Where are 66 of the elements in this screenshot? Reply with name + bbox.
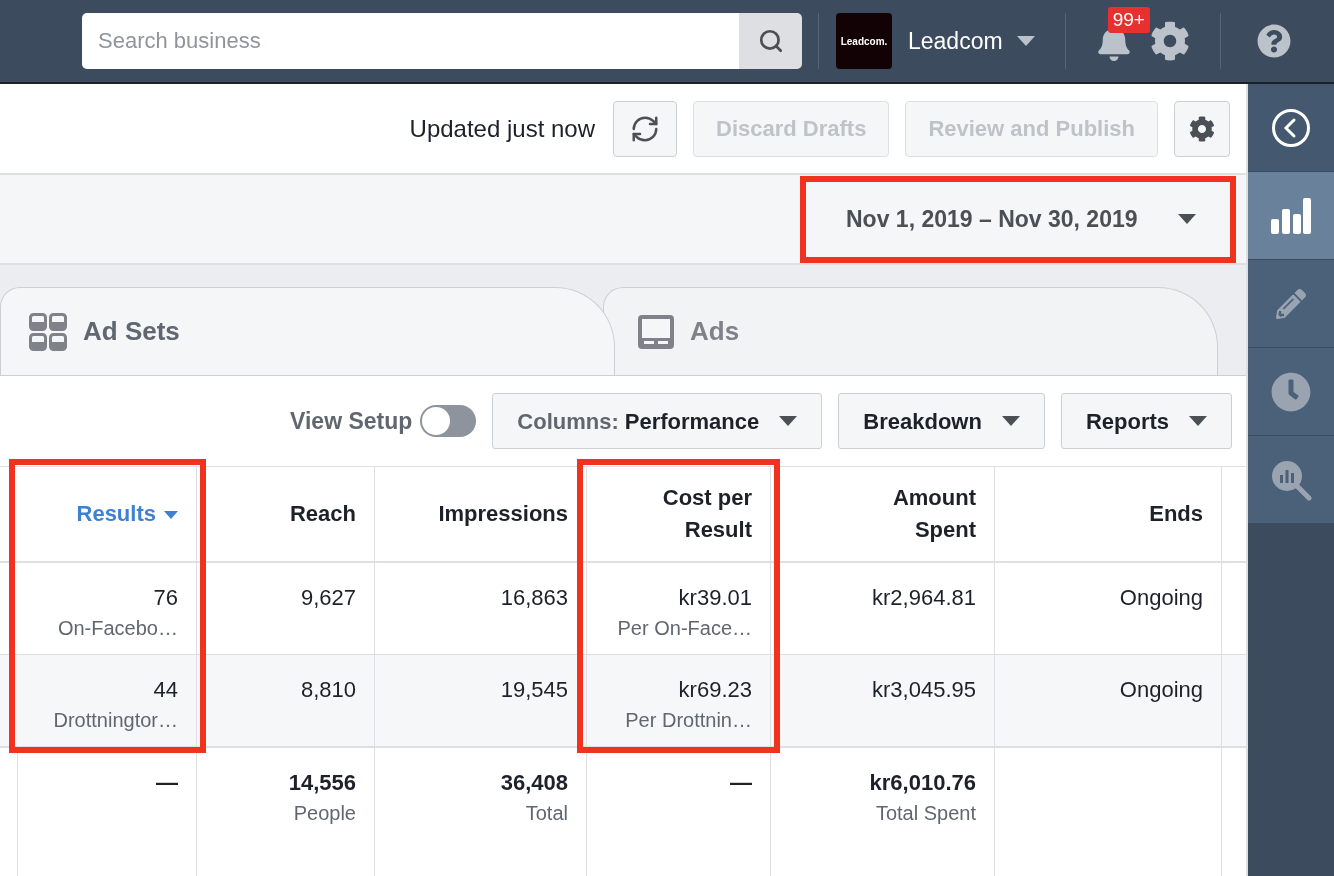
table-cell-text: kr6,010.76 <box>869 769 976 797</box>
tab[interactable]: Ad Sets <box>0 287 615 375</box>
sidebar-item[interactable] <box>1248 172 1334 260</box>
table-cell-text: 16,863 <box>500 584 568 612</box>
update-status: Updated just now <box>409 113 595 144</box>
settings-icon <box>1189 115 1215 142</box>
column-header[interactable]: Results <box>76 498 178 530</box>
cell-caption: Total Spent <box>875 801 976 826</box>
table-cell-text: 9,627 <box>300 584 356 612</box>
pencil-icon <box>1276 288 1306 319</box>
table-cell-text: kr69.23 <box>678 676 752 704</box>
account-switcher[interactable]: Leadcom <box>908 23 1035 59</box>
account-logo[interactable]: Leadcom. <box>836 13 892 69</box>
help-icon[interactable] <box>1256 24 1291 58</box>
notification-badge: 99+ <box>1107 7 1150 33</box>
caret-icon <box>1178 214 1196 224</box>
cell-caption: On-Facebo… <box>57 616 178 641</box>
search-button[interactable] <box>739 13 802 69</box>
table-row[interactable]: 44 Drottningtor… 8,810 19,545 kr69.23 Per Drottnin… kr3,045.95 Ongoing <box>0 655 1246 747</box>
search-icon <box>757 28 784 54</box>
bar-chart-icon <box>1270 196 1312 235</box>
column-header[interactable]: Cost per Result <box>602 482 752 546</box>
logo-text: Leadcom. <box>840 34 888 49</box>
grid-icon <box>29 312 67 351</box>
table-cell-text: 14,556 <box>288 769 356 797</box>
columns-dropdown[interactable]: Columns: Performance <box>492 393 823 449</box>
table-cell-text: — <box>730 769 752 797</box>
clock-icon <box>1271 371 1311 412</box>
back-icon <box>1271 107 1311 148</box>
caret-icon <box>1016 36 1035 46</box>
column-header[interactable]: Amount Spent <box>826 482 976 546</box>
column-header[interactable]: Reach <box>289 498 356 530</box>
dropdown-button[interactable]: Breakdown <box>838 393 1045 449</box>
cell-caption: Total <box>525 801 568 826</box>
search-field[interactable]: Search business <box>82 13 739 69</box>
settings-icon[interactable] <box>1149 21 1190 61</box>
table-cell-text: 44 <box>153 676 178 704</box>
table-cell-text: kr2,964.81 <box>872 584 976 612</box>
table-cell-text: 76 <box>153 584 178 612</box>
sort-caret-icon <box>164 511 178 520</box>
table-row[interactable]: 76 On-Facebo… 9,627 16,863 kr39.01 Per On-Face… kr2,964.81 Ongoing <box>0 563 1246 655</box>
column-header[interactable]: Impressions <box>438 498 568 530</box>
view-setup-toggle[interactable] <box>420 405 477 437</box>
magnifier-chart-icon <box>1270 458 1312 501</box>
cell-caption: Per Drottnin… <box>625 708 752 733</box>
sidebar-item[interactable] <box>1248 84 1334 172</box>
table-cell-text: kr39.01 <box>678 584 752 612</box>
cell-caption: People <box>293 801 356 826</box>
refresh-button[interactable] <box>613 100 677 157</box>
table-cell-text: — <box>156 769 178 797</box>
cell-caption: Drottningtor… <box>53 708 178 733</box>
ad-preview-icon <box>638 314 674 349</box>
settings-button[interactable] <box>1174 100 1230 157</box>
table-cell-text: 19,545 <box>500 676 568 704</box>
view-setup-label: View Setup <box>290 406 413 436</box>
cell-caption: Per On-Face… <box>617 616 752 641</box>
caret-icon <box>779 416 798 426</box>
caret-icon <box>1189 416 1207 426</box>
table-cell-text: 8,810 <box>300 676 356 704</box>
table-cell-text: kr3,045.95 <box>872 676 976 704</box>
table-cell-text: 36,408 <box>500 769 568 797</box>
caret-icon <box>1001 416 1020 426</box>
table-cell-text: Ongoing <box>1119 584 1203 612</box>
dropdown-button[interactable]: Reports <box>1060 393 1232 449</box>
table-cell-text: Ongoing <box>1119 676 1203 704</box>
column-header[interactable]: Ends <box>1149 498 1203 530</box>
